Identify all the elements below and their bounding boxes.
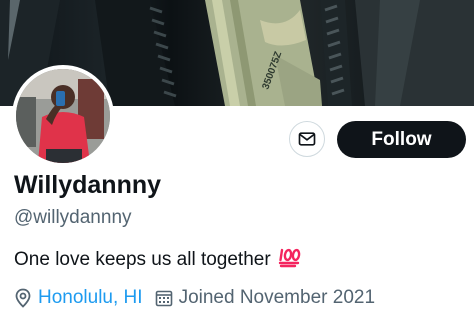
location-pin-icon (14, 288, 32, 308)
bio: One love keeps us all together (14, 246, 302, 274)
joined-date: Joined November 2021 (178, 287, 376, 308)
hundred-points-emoji-icon (278, 246, 302, 274)
follow-button-label: Follow (371, 128, 432, 150)
mail-icon (298, 132, 316, 146)
follow-button[interactable]: Follow (337, 121, 466, 158)
profile-photo (16, 69, 110, 163)
profile-meta: Honolulu, HI Joined November 2021 (14, 286, 375, 310)
calendar-icon (155, 289, 173, 307)
location-link[interactable]: Honolulu, HI (38, 287, 143, 309)
avatar[interactable] (12, 65, 114, 167)
message-button[interactable] (289, 121, 325, 157)
bio-text: One love keeps us all together (14, 249, 271, 270)
display-name: Willydannny (14, 171, 162, 199)
user-handle: @willydannny (14, 207, 132, 228)
